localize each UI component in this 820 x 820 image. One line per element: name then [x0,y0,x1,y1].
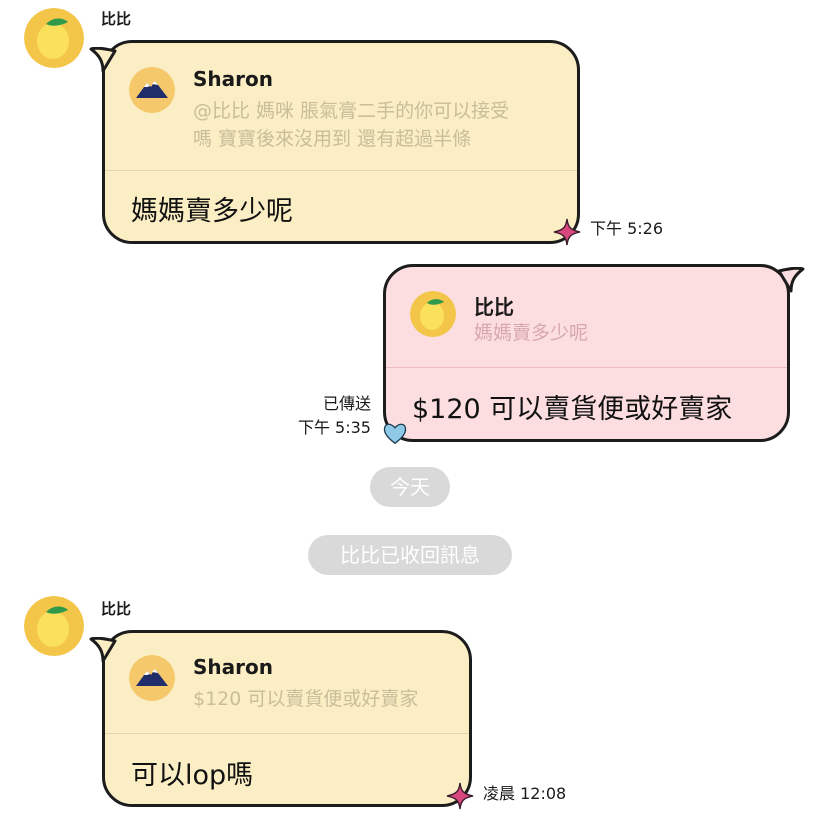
bubble-tail [89,637,117,663]
message-bubble[interactable]: 比比 媽媽賣多少呢 $120 可以賣貨便或好賣家 [383,264,805,442]
heart-sticker-icon [383,423,407,445]
mountain-avatar-icon [129,655,175,701]
quote-divider [386,367,787,368]
lemon-avatar-icon [24,8,84,68]
lemon-avatar-icon [24,596,84,656]
star-sticker-icon [446,782,474,810]
quoted-text: $120 可以賣貨便或好賣家 [193,688,419,710]
quoted-text: 媽媽賣多少呢 [474,322,589,344]
sender-name: 比比 [101,600,132,618]
message-time: 凌晨 12:08 [483,784,567,803]
message-time: 下午 5:26 [590,219,664,238]
sender-name: 比比 [101,10,132,28]
avatar[interactable] [24,596,84,656]
mountain-avatar-icon [129,67,175,113]
message-text: $120 可以賣貨便或好賣家 [412,394,733,425]
read-status: 已傳送 [322,394,371,413]
message-bubble[interactable]: Sharon @比比 媽咪 脹氣膏二手的你可以接受 嗎 寶寶後來沒用到 還有超過… [89,40,580,244]
bubble-tail [777,267,805,293]
message-bubble[interactable]: Sharon $120 可以賣貨便或好賣家 可以lop嗎 [89,630,472,807]
quote-divider [105,733,469,734]
bubble-tail [89,47,117,73]
quoted-sender: Sharon [193,67,273,91]
lemon-avatar-icon [410,291,456,337]
quoted-text: @比比 媽咪 脹氣膏二手的你可以接受 [193,100,510,122]
date-divider: 今天 [370,467,450,507]
quoted-text: 嗎 寶寶後來沒用到 還有超過半條 [193,128,472,150]
quoted-avatar [410,291,456,337]
quoted-avatar [129,67,175,113]
recalled-notice: 比比已收回訊息 [308,535,512,575]
message-time: 下午 5:35 [297,418,371,437]
quoted-sender: Sharon [193,655,273,679]
quote-divider [105,170,577,171]
quoted-avatar [129,655,175,701]
star-sticker-icon [553,218,581,246]
avatar[interactable] [24,8,84,68]
message-text: 媽媽賣多少呢 [131,196,293,227]
message-text: 可以lop嗎 [131,760,254,791]
quoted-sender: 比比 [474,295,514,319]
